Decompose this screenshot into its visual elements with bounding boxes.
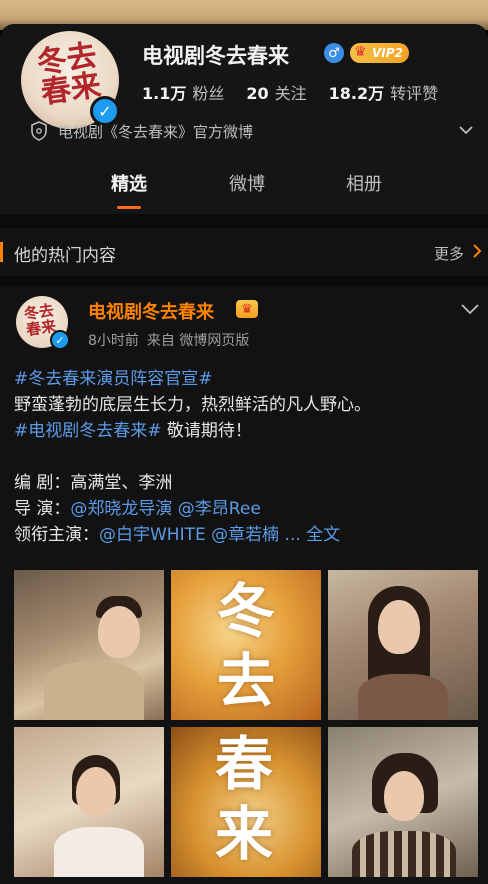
following-count: 20 bbox=[246, 84, 269, 103]
followers-label: 粉丝 bbox=[192, 84, 225, 103]
avatar-logo-text: 冬去春来 bbox=[34, 38, 104, 111]
crown-icon: ♛ bbox=[354, 44, 367, 60]
section-divider bbox=[0, 276, 488, 286]
chevron-down-icon[interactable] bbox=[458, 122, 474, 138]
section-divider bbox=[0, 214, 488, 228]
hashtag-link[interactable]: #电视剧冬去春来# bbox=[14, 421, 162, 441]
active-tab-indicator bbox=[117, 206, 141, 209]
post-time: 8小时前 bbox=[88, 333, 139, 349]
vip-label: VIP2 bbox=[372, 46, 403, 60]
post-card: 冬去春来 ✓ 电视剧冬去春来 ♛ 8小时前 来自 微博网页版 #冬去春来演员阵容官… bbox=[0, 286, 488, 884]
credit-label: 编 剧： bbox=[14, 473, 71, 493]
tab-album[interactable]: 相册 bbox=[346, 170, 382, 196]
profile-tabs: 精选 微博 相册 bbox=[0, 164, 488, 210]
credit-value: 高满堂、李洲 bbox=[70, 473, 173, 493]
post-author-name[interactable]: 电视剧冬去春来 bbox=[88, 298, 214, 324]
profile-stats: 1.1万 粉丝 20 关注 18.2万 转评赞 bbox=[142, 80, 460, 104]
profile-header: 冬去春来 ✓ 电视剧冬去春来 ♂ ♛ VIP2 1.1万 粉丝 20 关注 18.2… bbox=[0, 24, 488, 214]
post-image[interactable] bbox=[14, 727, 164, 877]
poster-title-text: 春来 bbox=[215, 730, 274, 868]
crown-icon: ♛ bbox=[236, 300, 258, 318]
shield-icon bbox=[31, 121, 47, 141]
profile-intro[interactable]: 电视剧《冬去春来》官方微博 bbox=[30, 120, 474, 142]
poster-title-text: 冬去 bbox=[217, 577, 276, 715]
credit-label: 领衔主演： bbox=[14, 525, 99, 545]
verified-badge-icon: ✓ bbox=[50, 330, 70, 350]
credit-label: 导 演： bbox=[14, 499, 71, 519]
tab-featured[interactable]: 精选 bbox=[111, 170, 147, 196]
post-text-line: 敬请期待！ bbox=[161, 421, 252, 441]
post-text-line: 野蛮蓬勃的底层生长力，热烈鲜活的凡人野心。 bbox=[14, 395, 371, 415]
profile-name: 电视剧冬去春来 bbox=[142, 44, 289, 68]
intro-text: 电视剧《冬去春来》官方微博 bbox=[58, 122, 254, 141]
stat-interactions[interactable]: 18.2万 转评赞 bbox=[329, 80, 439, 104]
post-image[interactable]: 冬去 bbox=[171, 570, 321, 720]
mention-link[interactable]: @白宇WHITE @章若楠 bbox=[99, 525, 279, 545]
post-source: 来自 微博网页版 bbox=[146, 333, 250, 349]
hot-content-title: 他的热门内容 bbox=[14, 246, 116, 266]
read-full-link[interactable]: ... 全文 bbox=[279, 525, 341, 545]
stat-following[interactable]: 20 关注 bbox=[246, 80, 306, 104]
interactions-label: 转评赞 bbox=[390, 84, 439, 103]
post-image[interactable]: 春来 bbox=[171, 727, 321, 877]
post-meta: 8小时前 来自 微博网页版 bbox=[88, 330, 257, 350]
post-text: #冬去春来演员阵容官宣# 野蛮蓬勃的底层生长力，热烈鲜活的凡人野心。 #电视剧冬… bbox=[14, 366, 478, 548]
hot-content-header: 他的热门内容 更多 bbox=[0, 228, 488, 276]
post-image[interactable] bbox=[328, 570, 478, 720]
post-image[interactable] bbox=[14, 570, 164, 720]
vip-badge[interactable]: ♛ VIP2 bbox=[350, 43, 409, 63]
mention-link[interactable]: @郑晓龙导演 @李昂Ree bbox=[70, 499, 260, 519]
tab-weibo[interactable]: 微博 bbox=[229, 170, 265, 196]
chevron-down-icon[interactable] bbox=[460, 302, 480, 316]
interactions-count: 18.2万 bbox=[328, 84, 385, 103]
hashtag-link[interactable]: #冬去春来演员阵容官宣# bbox=[14, 369, 213, 389]
more-link[interactable]: 更多 bbox=[434, 243, 464, 264]
chevron-right-icon[interactable] bbox=[470, 243, 484, 259]
stat-followers[interactable]: 1.1万 粉丝 bbox=[142, 80, 224, 104]
following-label: 关注 bbox=[274, 84, 307, 103]
male-gender-icon: ♂ bbox=[324, 43, 344, 63]
followers-count: 1.1万 bbox=[142, 84, 187, 103]
section-accent-bar bbox=[0, 242, 3, 262]
post-image[interactable] bbox=[328, 727, 478, 877]
